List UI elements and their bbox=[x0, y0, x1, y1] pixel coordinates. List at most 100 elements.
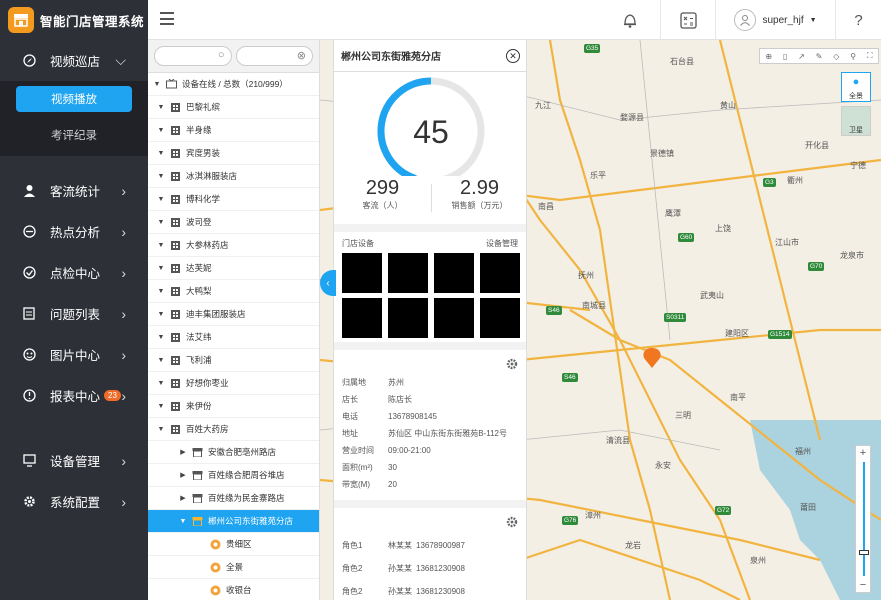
tree-root[interactable]: ▼ 设备在线 / 总数（210/999） bbox=[148, 73, 319, 96]
tree-item[interactable]: ▶ 百姓缘为民金寨路店 bbox=[148, 487, 319, 510]
caret-down-icon[interactable]: ▼ bbox=[156, 403, 166, 410]
caret-down-icon[interactable]: ▼ bbox=[156, 127, 166, 134]
satellite-toggle[interactable]: 卫星 bbox=[841, 106, 871, 136]
caret-down-icon[interactable]: ▼ bbox=[178, 518, 188, 525]
zoom-out-button[interactable]: − bbox=[856, 578, 870, 592]
tree-item[interactable]: ▼ 郴州公司东街雅苑分店 bbox=[148, 510, 319, 533]
nav-video-patrol[interactable]: 视频巡店 ⌵ bbox=[0, 40, 148, 81]
caret-down-icon[interactable]: ▼ bbox=[156, 196, 166, 203]
nav-label: 客流统计 bbox=[50, 185, 101, 199]
caret-down-icon[interactable]: ▼ bbox=[156, 104, 166, 111]
settings-gear-icon[interactable] bbox=[506, 516, 518, 528]
search-input[interactable]: ○ bbox=[154, 46, 232, 66]
map-type-switcher[interactable]: ● 全景 卫星 bbox=[841, 72, 871, 136]
tree-item[interactable]: ▼ 半身缘 bbox=[148, 119, 319, 142]
zoom-track[interactable] bbox=[863, 462, 865, 576]
camera-thumbnail[interactable] bbox=[388, 253, 428, 293]
tree-item[interactable]: ▼ 波司登 bbox=[148, 211, 319, 234]
camera-thumbnail[interactable] bbox=[342, 253, 382, 293]
tree-item[interactable]: ▶ 安徽合肥亳州路店 bbox=[148, 441, 319, 464]
camera-thumbnail[interactable] bbox=[434, 298, 474, 338]
nav-report-center[interactable]: 报表中心 23 › bbox=[0, 375, 148, 416]
map-toolbar[interactable]: ⊕ ▯ ↗ ✎ ◇ ⚲ ⛶ bbox=[759, 48, 879, 64]
nav-image-center[interactable]: 图片中心 › bbox=[0, 334, 148, 375]
zoom-in-tool-icon[interactable]: ⊕ bbox=[765, 52, 772, 61]
tree-item[interactable]: ▼ 法艾纬 bbox=[148, 326, 319, 349]
erase-tool-icon[interactable]: ◇ bbox=[833, 52, 839, 61]
caret-down-icon[interactable]: ▼ bbox=[156, 150, 166, 157]
tree-item[interactable]: ▼ 来伊份 bbox=[148, 395, 319, 418]
user-menu[interactable]: super_hjf ▼ bbox=[715, 0, 835, 40]
calculator-icon[interactable] bbox=[660, 0, 715, 40]
pin-tool-icon[interactable]: ⚲ bbox=[850, 52, 856, 61]
road-shield: S0311 bbox=[664, 313, 687, 322]
tree-item[interactable]: ▼ 百姓大药房 bbox=[148, 418, 319, 441]
tree-item-label: 郴州公司东街雅苑分店 bbox=[208, 516, 294, 526]
filter-input[interactable]: ⊗ bbox=[235, 46, 313, 66]
camera-thumbnail[interactable] bbox=[434, 253, 474, 293]
nav-inspection-center[interactable]: 点检中心 › bbox=[0, 252, 148, 293]
nav-issue-list[interactable]: 问题列表 › bbox=[0, 293, 148, 334]
nav-heat-analysis[interactable]: 热点分析 › bbox=[0, 211, 148, 252]
devices-label: 门店设备 bbox=[342, 239, 374, 248]
camera-thumbnail[interactable] bbox=[480, 298, 520, 338]
camera-thumbnail[interactable] bbox=[388, 298, 428, 338]
caret-down-icon[interactable]: ▼ bbox=[156, 173, 166, 180]
clear-icon[interactable]: ⊗ bbox=[297, 49, 306, 62]
caret-down-icon[interactable]: ▼ bbox=[156, 288, 166, 295]
close-icon[interactable]: ✕ bbox=[506, 49, 520, 63]
share-tool-icon[interactable]: ↗ bbox=[798, 52, 805, 61]
draw-tool-icon[interactable]: ✎ bbox=[816, 52, 823, 61]
caret-down-icon[interactable]: ▼ bbox=[156, 265, 166, 272]
storefront-icon bbox=[8, 7, 34, 33]
subnav-video-play[interactable]: 视频播放 bbox=[16, 86, 132, 112]
tree-item[interactable]: ▼ 大参林药店 bbox=[148, 234, 319, 257]
fullscreen-tool-icon[interactable]: ⛶ bbox=[867, 51, 873, 61]
caret-down-icon[interactable]: ▼ bbox=[156, 426, 166, 433]
help-button[interactable]: ? bbox=[835, 0, 881, 40]
caret-right-icon[interactable]: ▶ bbox=[178, 471, 188, 479]
tree-item[interactable]: ▼ 迪丰集团服装店 bbox=[148, 303, 319, 326]
nav-system-config[interactable]: 系统配置 › bbox=[0, 481, 148, 522]
caret-down-icon[interactable]: ▼ bbox=[156, 357, 166, 364]
tree-item[interactable]: 收银台 bbox=[148, 579, 319, 600]
caret-down-icon[interactable]: ▼ bbox=[156, 334, 166, 341]
search-icon[interactable]: ○ bbox=[218, 49, 225, 61]
tree-item[interactable]: ▼ 大鸭梨 bbox=[148, 280, 319, 303]
caret-right-icon[interactable]: ▶ bbox=[178, 494, 188, 502]
device-manage-link[interactable]: 设备管理 bbox=[486, 238, 518, 249]
menu-toggle-icon[interactable] bbox=[160, 12, 174, 25]
tree-item[interactable]: ▼ 好想你枣业 bbox=[148, 372, 319, 395]
subnav-evaluation-records[interactable]: 考评纪录 bbox=[16, 122, 132, 148]
measure-tool-icon[interactable]: ▯ bbox=[783, 52, 787, 61]
tree-item[interactable]: ▼ 达芙妮 bbox=[148, 257, 319, 280]
tree-item[interactable]: ▶ 百姓缘合肥周谷堆店 bbox=[148, 464, 319, 487]
caret-right-icon[interactable]: ▶ bbox=[178, 448, 188, 456]
panorama-toggle[interactable]: ● 全景 bbox=[841, 72, 871, 102]
caret-down-icon[interactable]: ▼ bbox=[156, 242, 166, 249]
camera-thumbnail[interactable] bbox=[480, 253, 520, 293]
info-row: 带宽(M) 20 bbox=[342, 476, 526, 493]
tree-item[interactable]: ▼ 博科化学 bbox=[148, 188, 319, 211]
caret-down-icon[interactable]: ▼ bbox=[152, 81, 162, 88]
notification-bell-icon[interactable] bbox=[600, 0, 660, 40]
tree-item[interactable]: ▼ 冰淇淋服装店 bbox=[148, 165, 319, 188]
tree-item[interactable]: ▼ 宾度男装 bbox=[148, 142, 319, 165]
nav-device-management[interactable]: 设备管理 › bbox=[0, 440, 148, 481]
caret-down-icon[interactable]: ▼ bbox=[156, 219, 166, 226]
caret-down-icon[interactable]: ▼ bbox=[156, 311, 166, 318]
caret-down-icon[interactable]: ▼ bbox=[156, 380, 166, 387]
camera-thumbnail[interactable] bbox=[342, 298, 382, 338]
tree-item[interactable]: 贵细区 bbox=[148, 533, 319, 556]
zoom-slider-handle[interactable] bbox=[859, 550, 869, 555]
tree-item-label: 收银台 bbox=[226, 585, 252, 595]
settings-gear-icon[interactable] bbox=[506, 358, 518, 370]
chevron-right-icon: › bbox=[121, 387, 126, 404]
tree-item[interactable]: ▼ 巴黎礼缤 bbox=[148, 96, 319, 119]
zoom-control[interactable]: + − bbox=[855, 445, 871, 593]
tree-item[interactable]: ▼ 飞利浦 bbox=[148, 349, 319, 372]
tree-item[interactable]: 全景 bbox=[148, 556, 319, 579]
nav-traffic-stats[interactable]: 客流统计 › bbox=[0, 170, 148, 211]
zoom-in-button[interactable]: + bbox=[856, 446, 870, 460]
nav-label: 报表中心 bbox=[50, 390, 101, 404]
